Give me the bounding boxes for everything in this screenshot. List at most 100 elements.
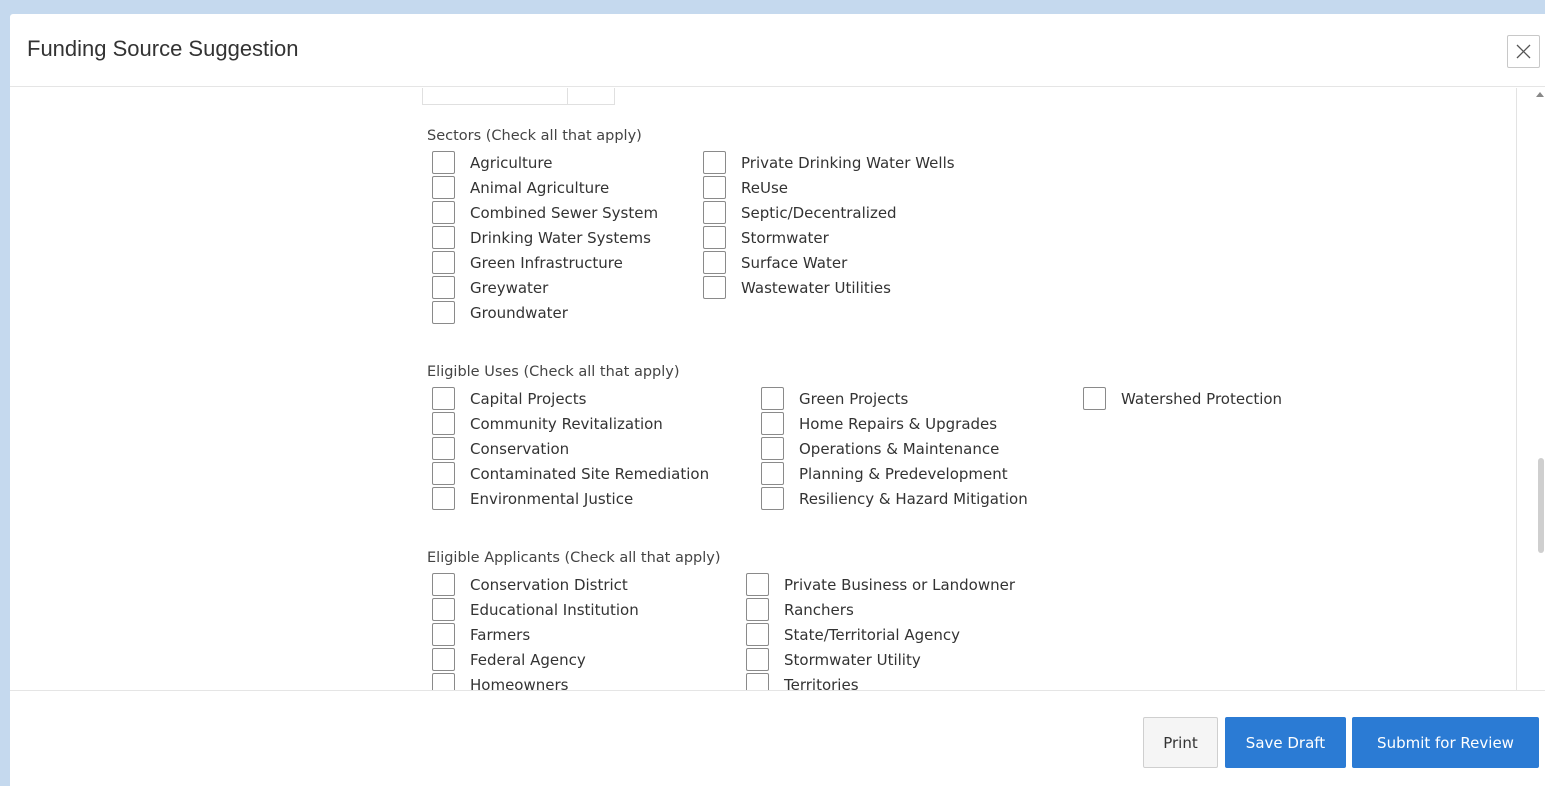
checkbox[interactable]: [1083, 387, 1106, 410]
checkbox-option[interactable]: Territories: [741, 672, 1015, 690]
checkbox-option[interactable]: Private Business or Landowner: [741, 572, 1015, 597]
checkbox-label: Territories: [784, 675, 859, 691]
checkbox-option[interactable]: Septic/Decentralized: [698, 200, 955, 225]
close-button[interactable]: [1507, 35, 1540, 68]
checkbox-label: Conservation: [470, 439, 570, 458]
checkbox-option[interactable]: Capital Projects: [427, 386, 756, 411]
checkbox-label: Operations & Maintenance: [799, 439, 1000, 458]
checkbox-label: Homeowners: [470, 675, 569, 691]
checkbox-label: Watershed Protection: [1121, 389, 1283, 408]
eligible-applicants-title: Eligible Applicants (Check all that appl…: [427, 550, 721, 566]
checkbox-option[interactable]: Contaminated Site Remediation: [427, 461, 756, 486]
checkbox-label: Agriculture: [470, 153, 553, 172]
checkbox-option[interactable]: ReUse: [698, 175, 955, 200]
sectors-section: Sectors (Check all that apply) Agricultu…: [427, 126, 955, 325]
checkbox-option[interactable]: Groundwater: [427, 300, 698, 325]
checkbox[interactable]: [746, 598, 769, 621]
checkbox[interactable]: [703, 251, 726, 274]
modal-title: Funding Source Suggestion: [27, 36, 299, 61]
checkbox-label: Combined Sewer System: [470, 203, 659, 222]
checkbox[interactable]: [761, 412, 784, 435]
checkbox[interactable]: [746, 648, 769, 671]
checkbox[interactable]: [432, 176, 455, 199]
checkbox-option[interactable]: Ranchers: [741, 597, 1015, 622]
checkbox[interactable]: [432, 573, 455, 596]
checkbox[interactable]: [432, 623, 455, 646]
checkbox[interactable]: [761, 387, 784, 410]
checkbox[interactable]: [432, 673, 455, 690]
checkbox[interactable]: [432, 201, 455, 224]
checkbox-label: Conservation District: [470, 575, 628, 594]
checkbox-option[interactable]: Greywater: [427, 275, 698, 300]
vertical-scrollbar[interactable]: [1516, 88, 1545, 690]
uses-col-1: Capital Projects Community Revitalization…: [427, 386, 756, 511]
checkbox[interactable]: [432, 151, 455, 174]
checkbox-option[interactable]: Resiliency & Hazard Mitigation: [756, 486, 1078, 511]
checkbox[interactable]: [432, 462, 455, 485]
checkbox-label: Resiliency & Hazard Mitigation: [799, 489, 1028, 508]
checkbox[interactable]: [746, 623, 769, 646]
checkbox-option[interactable]: Green Projects: [756, 386, 1078, 411]
funding-source-modal: Funding Source Suggestion Sectors (Check…: [10, 14, 1545, 786]
checkbox-option[interactable]: Farmers: [427, 622, 741, 647]
checkbox-label: Educational Institution: [470, 600, 639, 619]
checkbox[interactable]: [432, 226, 455, 249]
partial-input-field[interactable]: [422, 88, 615, 105]
checkbox-option[interactable]: Educational Institution: [427, 597, 741, 622]
checkbox[interactable]: [432, 437, 455, 460]
scroll-up-arrow-icon[interactable]: [1536, 92, 1544, 97]
checkbox-option[interactable]: Wastewater Utilities: [698, 275, 955, 300]
checkbox-option[interactable]: Animal Agriculture: [427, 175, 698, 200]
eligible-uses-title: Eligible Uses (Check all that apply): [427, 364, 680, 380]
checkbox[interactable]: [432, 598, 455, 621]
checkbox-option[interactable]: Conservation: [427, 436, 756, 461]
print-button[interactable]: Print: [1143, 717, 1218, 768]
checkbox-option[interactable]: Drinking Water Systems: [427, 225, 698, 250]
checkbox[interactable]: [746, 573, 769, 596]
checkbox-option[interactable]: State/Territorial Agency: [741, 622, 1015, 647]
checkbox-option[interactable]: Stormwater: [698, 225, 955, 250]
checkbox-option[interactable]: Private Drinking Water Wells: [698, 150, 955, 175]
checkbox[interactable]: [761, 462, 784, 485]
modal-body: Sectors (Check all that apply) Agricultu…: [10, 88, 1545, 690]
checkbox[interactable]: [703, 151, 726, 174]
checkbox-label: Drinking Water Systems: [470, 228, 651, 247]
checkbox[interactable]: [432, 301, 455, 324]
checkbox[interactable]: [432, 412, 455, 435]
close-icon: [1516, 44, 1531, 59]
checkbox[interactable]: [703, 176, 726, 199]
checkbox[interactable]: [703, 276, 726, 299]
checkbox-option[interactable]: Green Infrastructure: [427, 250, 698, 275]
checkbox[interactable]: [432, 387, 455, 410]
save-draft-button[interactable]: Save Draft: [1225, 717, 1346, 768]
checkbox[interactable]: [746, 673, 769, 690]
checkbox-option[interactable]: Homeowners: [427, 672, 741, 690]
checkbox-option[interactable]: Stormwater Utility: [741, 647, 1015, 672]
checkbox-option[interactable]: Home Repairs & Upgrades: [756, 411, 1078, 436]
scrollbar-thumb[interactable]: [1538, 458, 1544, 553]
checkbox[interactable]: [761, 437, 784, 460]
checkbox[interactable]: [761, 487, 784, 510]
checkbox-option[interactable]: Community Revitalization: [427, 411, 756, 436]
checkbox[interactable]: [432, 276, 455, 299]
checkbox-option[interactable]: Federal Agency: [427, 647, 741, 672]
checkbox-label: State/Territorial Agency: [784, 625, 961, 644]
checkbox-option[interactable]: Combined Sewer System: [427, 200, 698, 225]
checkbox[interactable]: [432, 251, 455, 274]
checkbox-option[interactable]: Operations & Maintenance: [756, 436, 1078, 461]
checkbox-option[interactable]: Planning & Predevelopment: [756, 461, 1078, 486]
checkbox[interactable]: [432, 487, 455, 510]
checkbox-option[interactable]: Agriculture: [427, 150, 698, 175]
checkbox-option[interactable]: Environmental Justice: [427, 486, 756, 511]
checkbox[interactable]: [703, 201, 726, 224]
submit-for-review-button[interactable]: Submit for Review: [1352, 717, 1539, 768]
checkbox-option[interactable]: Surface Water: [698, 250, 955, 275]
applicants-col-1: Conservation District Educational Institu…: [427, 572, 741, 690]
checkbox-label: Animal Agriculture: [470, 178, 610, 197]
checkbox-option[interactable]: Conservation District: [427, 572, 741, 597]
checkbox[interactable]: [432, 648, 455, 671]
eligible-uses-section: Eligible Uses (Check all that apply) Cap…: [427, 362, 1282, 511]
checkbox[interactable]: [703, 226, 726, 249]
checkbox-option[interactable]: Watershed Protection: [1078, 386, 1282, 411]
modal-header: Funding Source Suggestion: [10, 14, 1545, 87]
